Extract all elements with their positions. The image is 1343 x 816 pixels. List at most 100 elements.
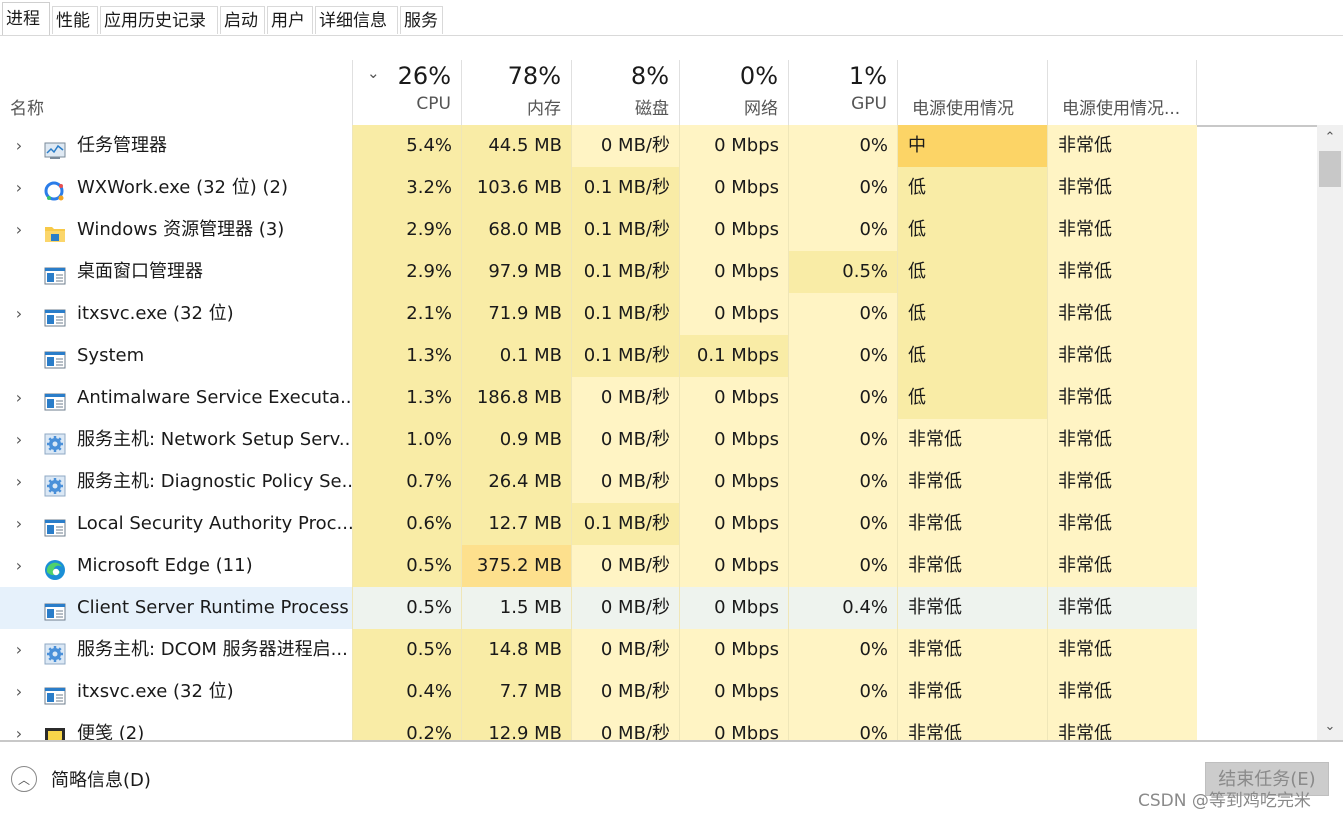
header-gpu[interactable]: 1% GPU [788, 60, 897, 125]
power-cell: 非常低 [897, 461, 1047, 503]
gpu-cell: 0% [788, 461, 897, 503]
cpu-cell: 0.5% [352, 587, 461, 629]
chevron-right-icon[interactable]: › [11, 545, 27, 587]
memory-cell: 0.9 MB [461, 419, 571, 461]
power-cell: 非常低 [897, 545, 1047, 587]
disk-cell: 0 MB/秒 [571, 461, 679, 503]
window-icon [44, 513, 66, 537]
cpu-cell: 1.3% [352, 377, 461, 419]
table-row[interactable]: › 任务管理器 5.4% 44.5 MB 0 MB/秒 0 Mbps 0% 中非常低 [0, 125, 1198, 167]
table-row[interactable]: › Local Security Authority Proc... 0.6% 12.… [0, 503, 1198, 545]
chevron-right-icon[interactable]: › [11, 503, 27, 545]
table-row[interactable]: › 便笺 (2) 0.2% 12.9 MB 0 MB/秒 0 Mbps 0% 非常低 非常低 [0, 713, 1198, 740]
header-power[interactable]: 电源使用情况 [897, 60, 1047, 125]
chevron-right-icon[interactable]: › [11, 713, 27, 740]
process-name-cell: › Local Security Authority Proc... [0, 503, 352, 545]
chevron-right-icon[interactable]: › [11, 125, 27, 167]
power-trend-cell: 非常低 [1047, 125, 1197, 167]
gpu-cell: 0.5% [788, 251, 897, 293]
process-list: › 任务管理器 5.4% 44.5 MB 0 MB/秒 0 Mbps 0% 中非常低 › WXWo… [0, 125, 1343, 740]
tab-5[interactable]: 详细信息 [315, 6, 398, 34]
process-name: 服务主机: DCOM 服务器进程启... [77, 639, 348, 660]
disk-cell: 0 MB/秒 [571, 713, 679, 740]
header-disk[interactable]: 8% 磁盘 [571, 60, 679, 125]
sort-chevron-icon: ⌄ [367, 64, 380, 82]
process-name-cell: › 服务主机: Diagnostic Policy Se... [0, 461, 352, 503]
memory-cell: 14.8 MB [461, 629, 571, 671]
network-cell: 0 Mbps [679, 293, 788, 335]
table-row[interactable]: › WXWork.exe (32 位) (2) 3.2% 103.6 MB 0.1 MB… [0, 167, 1198, 209]
tab-3[interactable]: 启动 [220, 6, 265, 34]
tab-1[interactable]: 性能 [52, 6, 98, 34]
scroll-down-icon[interactable]: ⌄ [1317, 714, 1343, 740]
header-network-label: 网络 [744, 99, 778, 119]
header-network[interactable]: 0% 网络 [679, 60, 788, 125]
chevron-right-icon[interactable]: › [11, 377, 27, 419]
power-cell: 非常低 [897, 587, 1047, 629]
memory-cell: 0.1 MB [461, 335, 571, 377]
disk-cell: 0.1 MB/秒 [571, 251, 679, 293]
power-cell: 低 [897, 293, 1047, 335]
cpu-cell: 5.4% [352, 125, 461, 167]
header-name[interactable]: 名称 [0, 60, 352, 125]
network-cell: 0 Mbps [679, 251, 788, 293]
power-cell: 非常低 [897, 419, 1047, 461]
chevron-right-icon[interactable]: › [11, 671, 27, 713]
header-cpu-pct: 26% [397, 62, 451, 90]
process-name: Microsoft Edge (11) [77, 555, 253, 576]
table-row[interactable]: › itxsvc.exe (32 位) 2.1% 71.9 MB 0.1 MB/秒 0 M… [0, 293, 1198, 335]
fewer-details-button[interactable]: ︿ 简略信息(D) [11, 764, 151, 794]
header-power-trend-label: 电源使用情况... [1062, 99, 1181, 119]
table-row[interactable]: › 服务主机: Network Setup Serv... 1.0% 0.9 MB 0 … [0, 419, 1198, 461]
power-trend-cell: 非常低 [1047, 629, 1197, 671]
taskmgr-icon [44, 135, 66, 159]
window-icon [44, 597, 66, 621]
chevron-right-icon[interactable]: › [11, 419, 27, 461]
chevron-right-icon[interactable]: › [11, 461, 27, 503]
process-name: WXWork.exe (32 位) (2) [77, 177, 288, 198]
chevron-right-icon[interactable]: › [11, 209, 27, 251]
process-name: Antimalware Service Executa... [77, 387, 352, 408]
chevron-right-icon[interactable]: › [11, 629, 27, 671]
sticky-notes-icon [44, 723, 66, 740]
power-trend-cell: 非常低 [1047, 209, 1197, 251]
table-row[interactable]: › Windows 资源管理器 (3) 2.9% 68.0 MB 0.1 MB/秒 0 M… [0, 209, 1198, 251]
process-name-cell: › Microsoft Edge (11) [0, 545, 352, 587]
table-row[interactable]: 桌面窗口管理器 2.9% 97.9 MB 0.1 MB/秒 0 Mbps 0.5% 低非常低 [0, 251, 1198, 293]
table-row[interactable]: Client Server Runtime Process 0.5% 1.5 MB 0… [0, 587, 1198, 629]
cpu-cell: 1.3% [352, 335, 461, 377]
gpu-cell: 0% [788, 713, 897, 740]
table-row[interactable]: › Microsoft Edge (11) 0.5% 375.2 MB 0 MB/秒 0 … [0, 545, 1198, 587]
tab-0[interactable]: 进程 [2, 2, 50, 35]
header-power-trend[interactable]: 电源使用情况... [1047, 60, 1197, 125]
tab-4[interactable]: 用户 [267, 6, 313, 34]
power-cell: 中 [897, 125, 1047, 167]
header-cpu[interactable]: ⌄ 26% CPU [352, 60, 461, 125]
scroll-up-icon[interactable]: ⌃ [1317, 125, 1343, 151]
column-header: 名称 ⌄ 26% CPU 78% 内存 8% 磁盘 0% 网络 1% GPU 电… [0, 60, 1343, 127]
tab-2[interactable]: 应用历史记录 [100, 6, 218, 34]
header-memory[interactable]: 78% 内存 [461, 60, 571, 125]
table-row[interactable]: › Antimalware Service Executa... 1.3% 186.8… [0, 377, 1198, 419]
table-row[interactable]: › itxsvc.exe (32 位) 0.4% 7.7 MB 0 MB/秒 0 Mbps… [0, 671, 1198, 713]
memory-cell: 44.5 MB [461, 125, 571, 167]
network-cell: 0.1 Mbps [679, 335, 788, 377]
chevron-right-icon[interactable]: › [11, 293, 27, 335]
table-row[interactable]: System 1.3% 0.1 MB 0.1 MB/秒 0.1 Mbps 0% 低非常低 [0, 335, 1198, 377]
header-gpu-label: GPU [851, 94, 887, 114]
process-name: Client Server Runtime Process [77, 597, 349, 618]
memory-cell: 1.5 MB [461, 587, 571, 629]
table-row[interactable]: › 服务主机: Diagnostic Policy Se... 0.7% 26.4 M… [0, 461, 1198, 503]
vertical-scrollbar[interactable]: ⌃ ⌄ [1317, 125, 1343, 740]
process-name: 便笺 (2) [77, 723, 145, 740]
header-disk-label: 磁盘 [635, 99, 669, 119]
tab-6[interactable]: 服务 [400, 6, 443, 34]
network-cell: 0 Mbps [679, 209, 788, 251]
header-disk-pct: 8% [630, 62, 669, 90]
cpu-cell: 0.6% [352, 503, 461, 545]
scrollbar-thumb[interactable] [1319, 151, 1341, 187]
memory-cell: 97.9 MB [461, 251, 571, 293]
table-row[interactable]: › 服务主机: DCOM 服务器进程启... 0.5% 14.8 MB 0 MB/秒 0 … [0, 629, 1198, 671]
cpu-cell: 0.7% [352, 461, 461, 503]
chevron-right-icon[interactable]: › [11, 167, 27, 209]
